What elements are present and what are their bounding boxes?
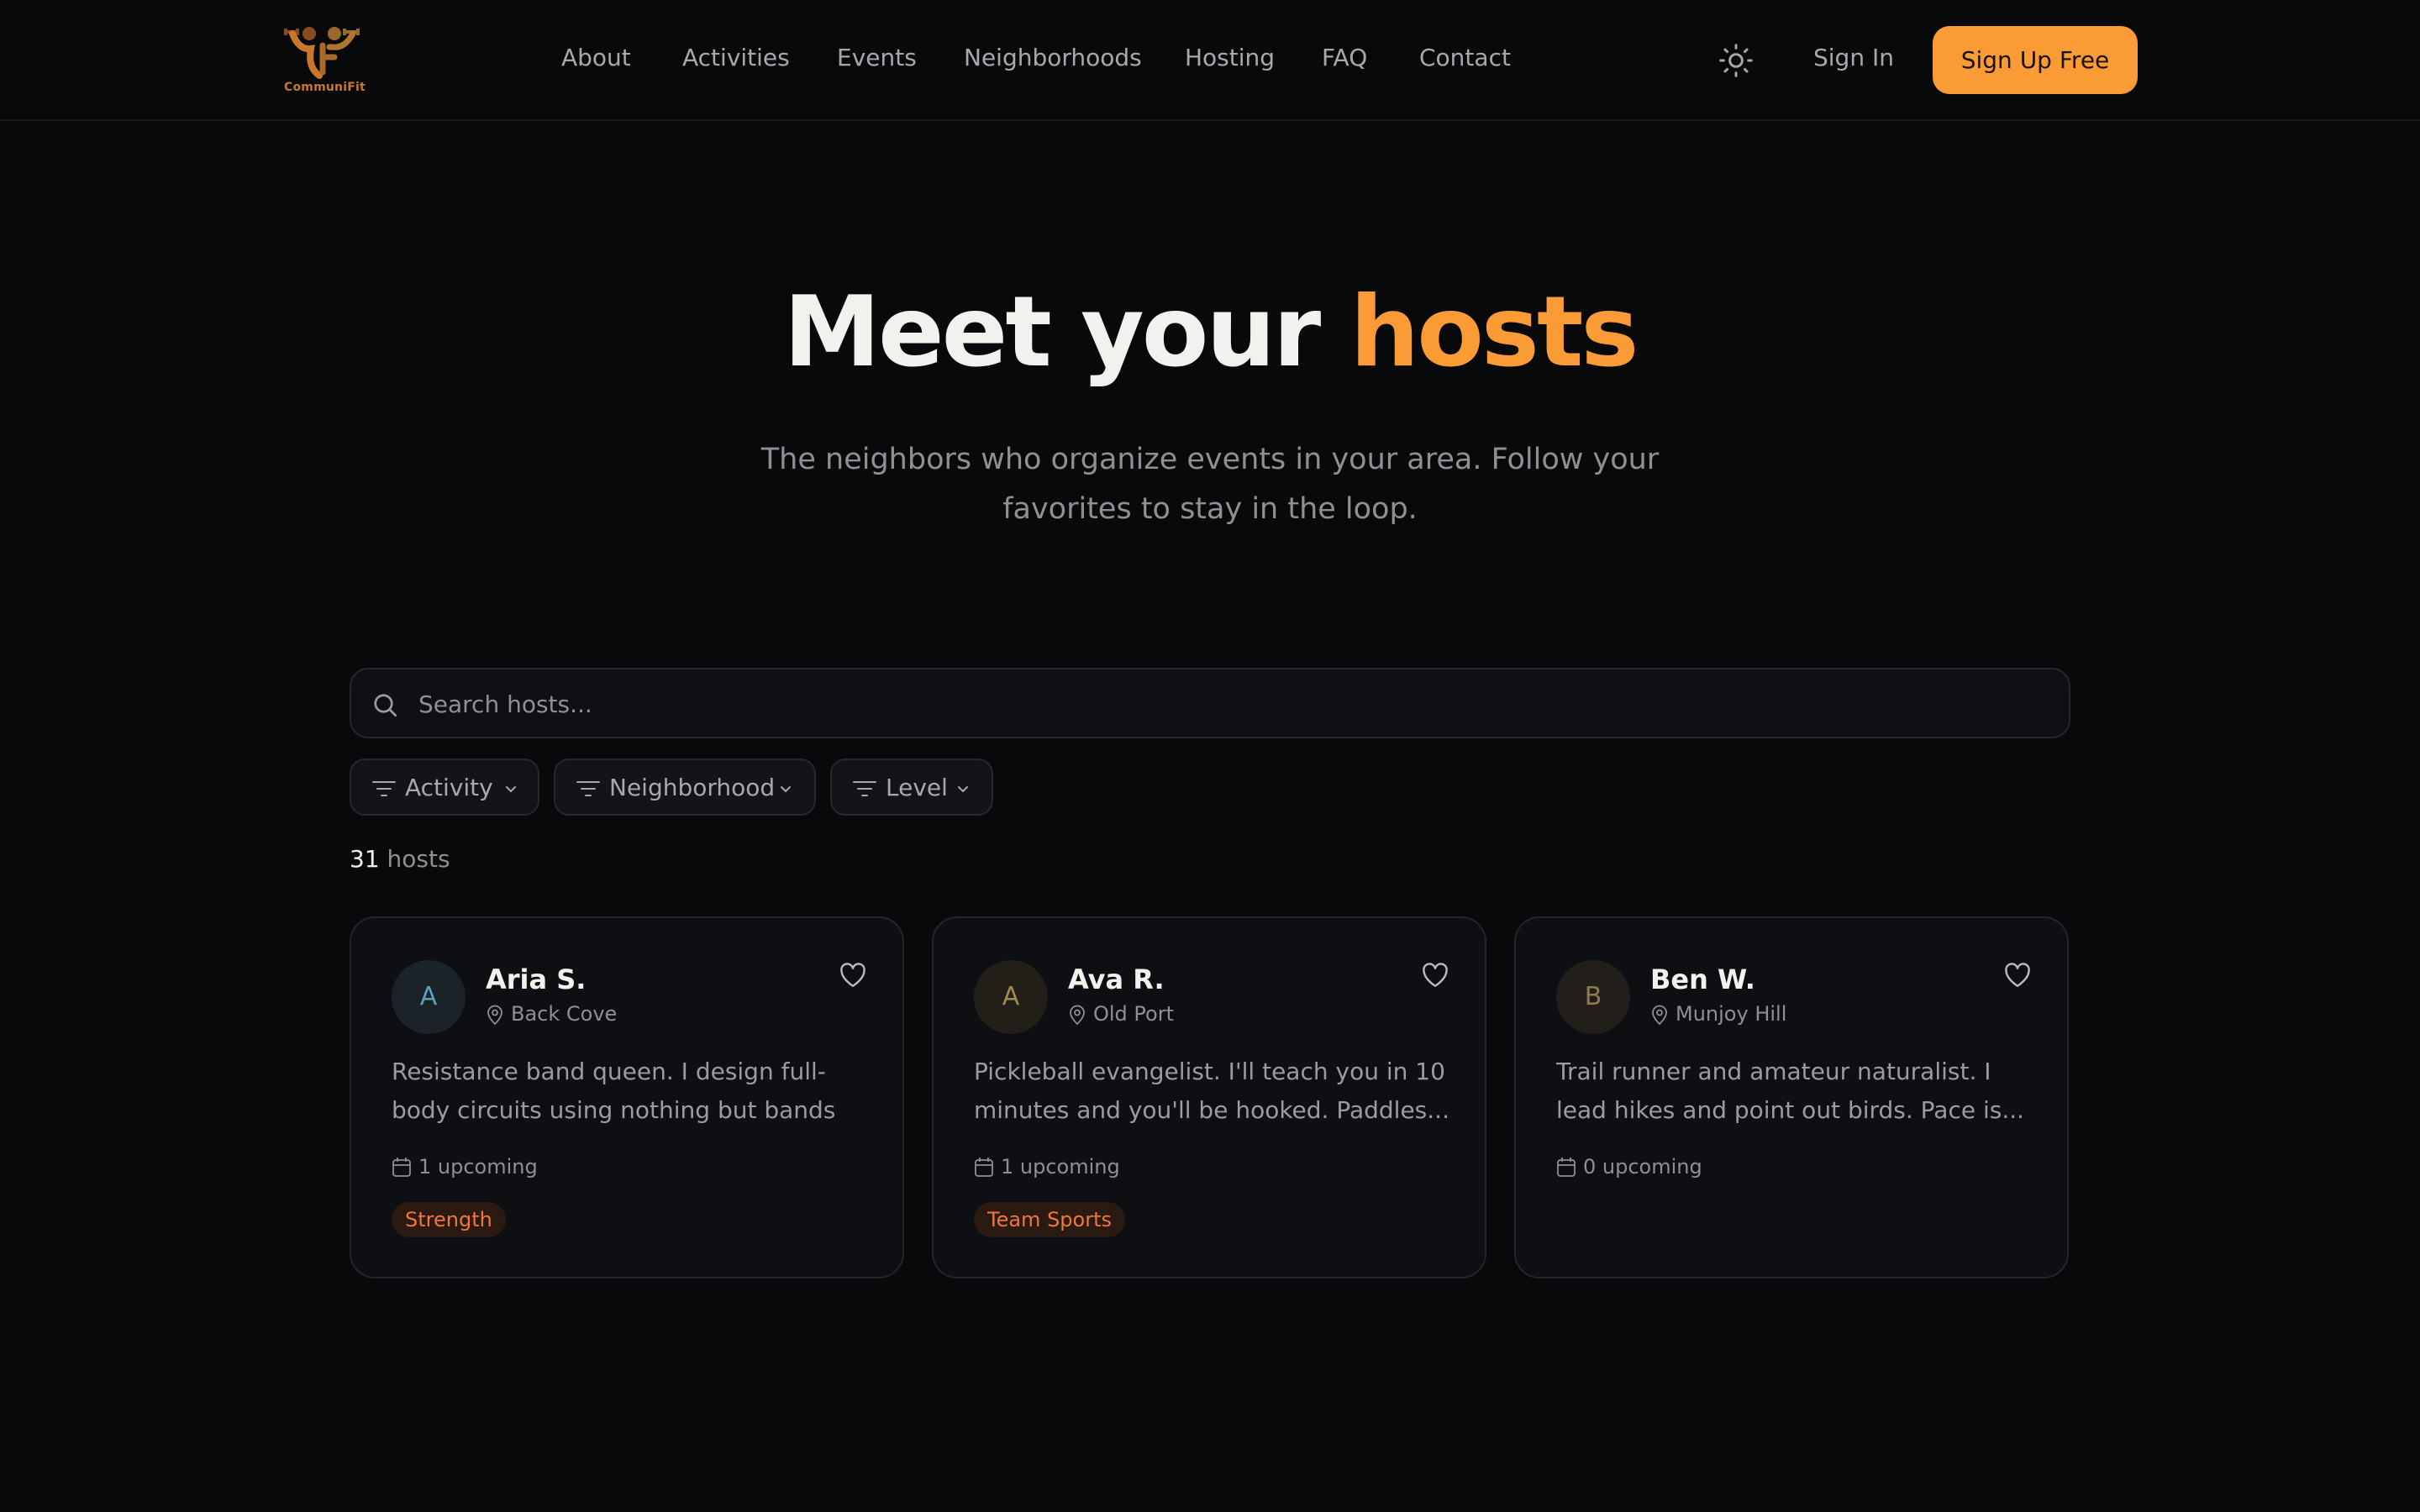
upcoming-count: 0 upcoming: [1583, 1155, 1702, 1179]
page-title-accent: hosts: [1349, 276, 1639, 389]
nav-events[interactable]: Events: [837, 44, 917, 71]
nav-neighborhoods[interactable]: Neighborhoods: [964, 44, 1142, 71]
filter-icon: [853, 781, 876, 796]
activity-tag: Team Sports: [974, 1202, 1125, 1237]
upcoming-count: 1 upcoming: [418, 1155, 538, 1179]
search-icon: [374, 694, 397, 717]
heart-icon[interactable]: [839, 962, 867, 989]
logo-wordmark: CommuniFit: [284, 81, 366, 94]
results-count: 31 hosts: [350, 845, 450, 873]
host-card[interactable]: A Aria S. Back Cove Resistance band quee…: [350, 916, 904, 1278]
host-name[interactable]: Ava R.: [1068, 963, 1165, 995]
logo-icon: [284, 27, 360, 79]
logo[interactable]: CommuniFit: [282, 24, 366, 97]
filter-activity-label: Activity: [405, 774, 493, 801]
map-pin-icon: [1070, 1005, 1085, 1026]
page-title: Meet your hosts: [0, 274, 2420, 391]
activity-tag: Strength: [392, 1202, 506, 1237]
host-bio: Trail runner and amateur naturalist. I l…: [1556, 1058, 2025, 1124]
chevron-down-icon: [506, 786, 516, 793]
avatar: A: [974, 960, 1048, 1034]
search-bar[interactable]: [350, 668, 2070, 738]
nav-contact[interactable]: Contact: [1419, 44, 1511, 71]
heart-icon[interactable]: [1421, 962, 1449, 989]
avatar: B: [1556, 960, 1630, 1034]
results-count-number: 31: [350, 845, 380, 873]
sign-up-button[interactable]: Sign Up Free: [1933, 26, 2138, 94]
upcoming-count: 1 upcoming: [1001, 1155, 1120, 1179]
calendar-icon: [1557, 1158, 1576, 1177]
filter-activity[interactable]: Activity: [350, 759, 539, 816]
calendar-icon: [392, 1158, 411, 1177]
filter-icon: [576, 781, 600, 796]
host-neighborhood: Old Port: [1093, 1002, 1174, 1026]
avatar: A: [392, 960, 466, 1034]
filter-neighborhood[interactable]: Neighborhood: [554, 759, 816, 816]
page-title-lead: Meet your: [783, 276, 1322, 389]
host-neighborhood: Munjoy Hill: [1676, 1002, 1787, 1026]
host-name[interactable]: Ben W.: [1650, 963, 1755, 995]
filter-neighborhood-label: Neighborhood: [609, 774, 776, 801]
filter-level[interactable]: Level: [830, 759, 993, 816]
filter-icon: [372, 781, 396, 796]
host-name[interactable]: Aria S.: [486, 963, 586, 995]
search-input[interactable]: [418, 680, 2015, 728]
nav-about[interactable]: About: [561, 44, 631, 71]
host-neighborhood: Back Cove: [511, 1002, 618, 1026]
theme-toggle[interactable]: [1718, 42, 1754, 79]
filter-level-label: Level: [886, 774, 948, 801]
map-pin-icon: [487, 1005, 502, 1026]
host-card[interactable]: B Ben W. Munjoy Hill Trail runner and am…: [1514, 916, 2069, 1278]
map-pin-icon: [1652, 1005, 1667, 1026]
nav-hosting[interactable]: Hosting: [1185, 44, 1275, 71]
sun-icon: [1719, 44, 1753, 77]
calendar-icon: [975, 1158, 993, 1177]
site-header: CommuniFit About Activities Events Neigh…: [0, 0, 2420, 121]
page-subtitle: The neighbors who organize events in you…: [760, 443, 1660, 526]
nav-activities[interactable]: Activities: [682, 44, 790, 71]
host-bio: Resistance band queen. I design full-bod…: [392, 1058, 836, 1124]
nav-faq[interactable]: FAQ: [1322, 44, 1367, 71]
host-card[interactable]: A Ava R. Old Port Pickleball evangelist.…: [932, 916, 1486, 1278]
results-count-label: hosts: [387, 845, 450, 873]
sign-in-link[interactable]: Sign In: [1813, 44, 1894, 71]
host-bio: Pickleball evangelist. I'll teach you in…: [974, 1058, 1449, 1124]
chevron-down-icon: [781, 786, 791, 793]
heart-icon[interactable]: [2003, 962, 2032, 989]
chevron-down-icon: [958, 786, 968, 793]
